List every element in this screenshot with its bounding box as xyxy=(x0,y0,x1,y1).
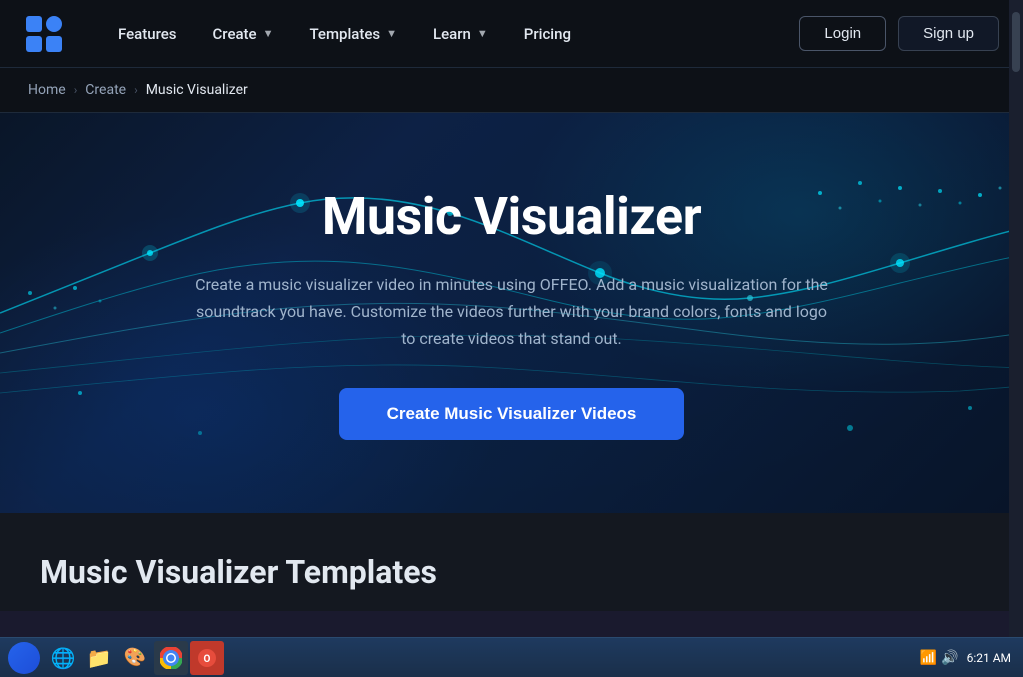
breadcrumb-sep-2: › xyxy=(134,83,138,97)
taskbar-sys-icons: 📶 🔊 xyxy=(920,650,959,666)
section-title: Music Visualizer Templates xyxy=(40,553,983,591)
nav-templates[interactable]: Templates ▼ xyxy=(295,17,411,51)
nav-actions: Login Sign up xyxy=(799,16,999,51)
bottom-section: Music Visualizer Templates xyxy=(0,513,1023,611)
templates-chevron-icon: ▼ xyxy=(386,27,397,40)
nav-pricing-label: Pricing xyxy=(524,25,571,43)
taskbar-ie-icon[interactable]: 🌐 xyxy=(46,641,80,675)
taskbar-right: 📶 🔊 6:21 AM xyxy=(920,650,1019,666)
nav-templates-label: Templates xyxy=(309,25,380,43)
create-chevron-icon: ▼ xyxy=(263,27,274,40)
breadcrumb-sep-1: › xyxy=(74,83,78,97)
taskbar-app-icon[interactable]: O xyxy=(190,641,224,675)
breadcrumb-home[interactable]: Home xyxy=(28,82,66,98)
nav-learn-label: Learn xyxy=(433,25,471,43)
logo[interactable] xyxy=(24,14,64,54)
nav-create-label: Create xyxy=(212,25,256,43)
breadcrumb-create[interactable]: Create xyxy=(85,82,126,98)
taskbar: 🌐 📁 🎨 O 📶 🔊 6:21 xyxy=(0,637,1023,677)
navbar: Features Create ▼ Templates ▼ Learn ▼ Pr… xyxy=(0,0,1023,68)
breadcrumb: Home › Create › Music Visualizer xyxy=(0,68,1023,113)
hero-section: Music Visualizer Create a music visualiz… xyxy=(0,113,1023,513)
nav-features[interactable]: Features xyxy=(104,17,190,51)
taskbar-time: 6:21 AM xyxy=(967,651,1011,665)
nav-links: Features Create ▼ Templates ▼ Learn ▼ Pr… xyxy=(104,17,799,51)
create-cta-button[interactable]: Create Music Visualizer Videos xyxy=(339,388,685,440)
taskbar-explorer-icon[interactable]: 📁 xyxy=(82,641,116,675)
taskbar-chrome-icon[interactable] xyxy=(154,641,188,675)
scrollbar-thumb[interactable] xyxy=(1012,12,1020,72)
hero-description: Create a music visualizer video in minut… xyxy=(192,271,832,353)
breadcrumb-current: Music Visualizer xyxy=(146,82,248,98)
nav-learn[interactable]: Learn ▼ xyxy=(419,17,502,51)
logo-icon xyxy=(24,14,64,54)
nav-create[interactable]: Create ▼ xyxy=(198,17,287,51)
volume-icon: 🔊 xyxy=(941,650,958,666)
taskbar-start-button[interactable] xyxy=(4,641,44,675)
hero-content: Music Visualizer Create a music visualiz… xyxy=(192,186,832,441)
nav-pricing[interactable]: Pricing xyxy=(510,17,585,51)
network-icon: 📶 xyxy=(920,650,937,666)
login-button[interactable]: Login xyxy=(799,16,886,51)
hero-title: Music Visualizer xyxy=(192,186,832,247)
nav-features-label: Features xyxy=(118,25,176,43)
learn-chevron-icon: ▼ xyxy=(477,27,488,40)
taskbar-paint-icon[interactable]: 🎨 xyxy=(118,641,152,675)
start-icon xyxy=(8,642,40,674)
signup-button[interactable]: Sign up xyxy=(898,16,999,51)
svg-text:O: O xyxy=(204,654,211,665)
scrollbar[interactable] xyxy=(1009,0,1023,677)
taskbar-icons: 🌐 📁 🎨 O xyxy=(46,641,224,675)
